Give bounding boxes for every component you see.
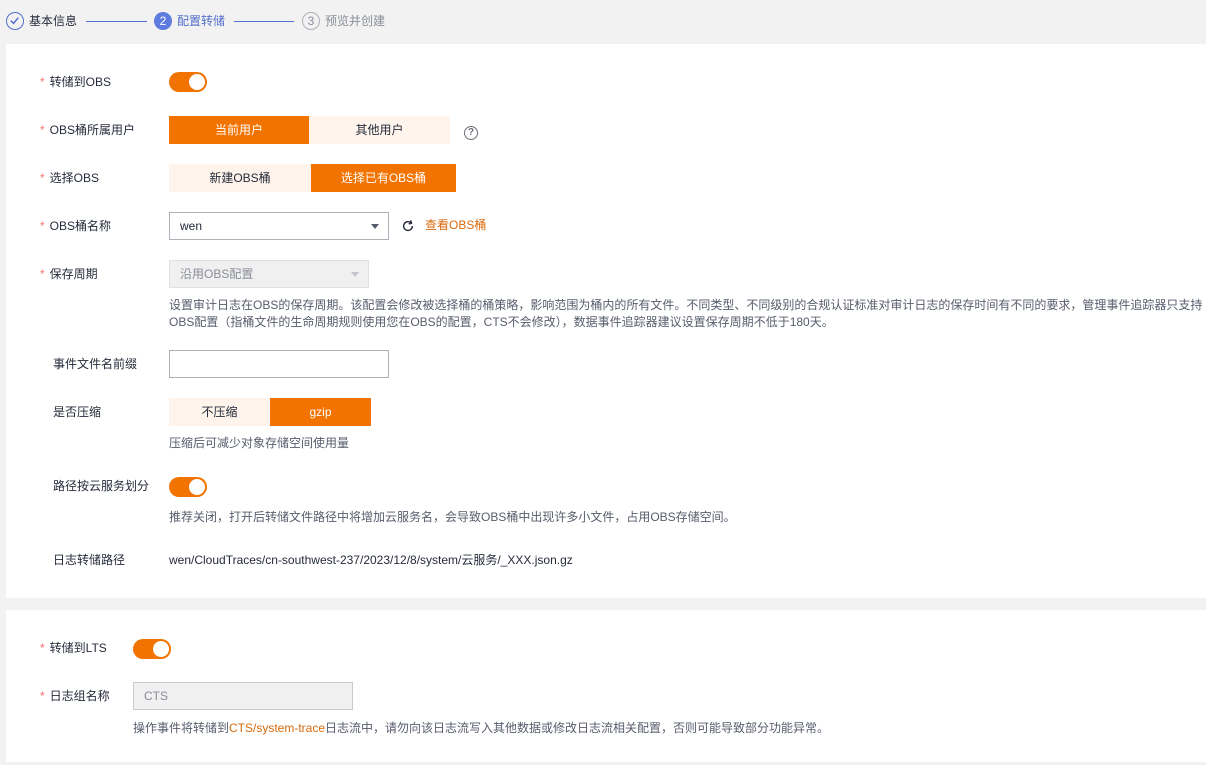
- obs-retention-select[interactable]: 沿用OBS配置: [169, 260, 369, 288]
- caret-down-icon: [351, 272, 359, 277]
- lts-group-name-input[interactable]: CTS: [133, 682, 353, 710]
- question-circle-icon[interactable]: ?: [464, 126, 478, 140]
- obs-bucket-name-label: * OBS桶名称: [40, 219, 112, 233]
- existing-obs-bucket-button[interactable]: 选择已有OBS桶: [311, 164, 456, 192]
- step-2-label: 配置转储: [177, 14, 226, 28]
- wizard-steps: 基本信息 2 配置转储 3 预览并创建: [0, 0, 1206, 42]
- obs-retention-value: 沿用OBS配置: [180, 267, 254, 281]
- obs-retention-hint: 设置审计日志在OBS的保存周期。该配置会修改被选择桶的桶策略，影响范围为桶内的所…: [169, 297, 1202, 331]
- retention-hint-line-1: 设置审计日志在OBS的保存周期。该配置会修改被选择桶的桶策略，影响范围为桶内的所…: [169, 298, 1203, 312]
- retention-hint-line-2: OBS配置（指桶文件的生命周期规则使用您在OBS的配置，CTS不会修改），数据事…: [169, 315, 834, 329]
- lts-hint-prefix: 操作事件将转储到: [133, 721, 230, 735]
- switch-knob: [189, 74, 205, 90]
- obs-log-path-value: wen/CloudTraces/cn-southwest-237/2023/12…: [169, 553, 573, 567]
- obs-transfer-label: * 转储到OBS: [40, 75, 112, 89]
- obs-prefix-input[interactable]: [169, 350, 389, 378]
- switch-knob: [189, 479, 205, 495]
- step-3-number: 3: [302, 12, 320, 30]
- lts-group-name-label: * 日志组名称: [40, 689, 110, 703]
- obs-transfer-card: * 转储到OBS * OBS桶所属用户 当前用户 其他用户 ? * 选择OBS 新建O…: [6, 44, 1206, 598]
- view-obs-bucket-link[interactable]: 查看OBS桶: [425, 218, 486, 232]
- lts-transfer-card: * 转储到LTS * 日志组名称 CTS 操作事件将转储到CTS/system-tr…: [6, 610, 1206, 762]
- obs-path-split-label: 路径按云服务划分: [53, 479, 150, 493]
- step-2-number: 2: [154, 12, 172, 30]
- required-mark: *: [40, 689, 45, 703]
- owner-other-user-button[interactable]: 其他用户: [309, 116, 450, 144]
- caret-down-icon: [371, 224, 379, 229]
- obs-retention-label: * 保存周期: [40, 267, 98, 281]
- lts-hint: 操作事件将转储到CTS/system-trace日志流中，请勿向该日志流写入其他…: [133, 720, 829, 737]
- required-mark: *: [40, 171, 45, 185]
- obs-compress-segment: 不压缩 gzip: [169, 398, 371, 426]
- step-connector-1: [86, 21, 147, 22]
- obs-path-split-switch[interactable]: [169, 477, 207, 497]
- lts-hint-suffix: 日志流中，请勿向该日志流写入其他数据或修改日志流相关配置，否则可能导致部分功能异…: [325, 721, 830, 735]
- obs-owner-label: * OBS桶所属用户: [40, 123, 136, 137]
- obs-log-path-label: 日志转储路径: [53, 553, 126, 567]
- step-connector-2: [234, 21, 294, 22]
- new-obs-bucket-button[interactable]: 新建OBS桶: [169, 164, 311, 192]
- obs-bucket-value: wen: [180, 219, 203, 233]
- obs-transfer-switch[interactable]: [169, 72, 207, 92]
- obs-path-split-hint: 推荐关闭，打开后转储文件路径中将增加云服务名，会导致OBS桶中出现许多小文件，占…: [169, 510, 736, 524]
- step-3-label: 预览并创建: [325, 14, 386, 28]
- compress-none-button[interactable]: 不压缩: [169, 398, 270, 426]
- step-done-check-icon: [6, 12, 24, 30]
- lts-transfer-label: * 转储到LTS: [40, 641, 107, 655]
- required-mark: *: [40, 123, 45, 137]
- required-mark: *: [40, 267, 45, 281]
- switch-knob: [153, 641, 169, 657]
- required-mark: *: [40, 641, 45, 655]
- compress-gzip-button[interactable]: gzip: [270, 398, 371, 426]
- lts-hint-highlight: CTS/system-trace: [229, 721, 326, 735]
- required-mark: *: [40, 219, 45, 233]
- owner-current-user-button[interactable]: 当前用户: [169, 116, 309, 144]
- obs-prefix-label: 事件文件名前缀: [53, 357, 138, 371]
- lts-transfer-switch[interactable]: [133, 639, 171, 659]
- obs-compress-label: 是否压缩: [53, 405, 102, 419]
- obs-owner-segment: 当前用户 其他用户: [169, 116, 450, 144]
- obs-select-segment: 新建OBS桶 选择已有OBS桶: [169, 164, 456, 192]
- obs-bucket-select[interactable]: wen: [169, 212, 389, 240]
- required-mark: *: [40, 75, 45, 89]
- obs-compress-hint: 压缩后可减少对象存储空间使用量: [169, 436, 350, 450]
- step-1-label: 基本信息: [29, 14, 78, 28]
- refresh-icon[interactable]: [401, 219, 415, 233]
- obs-select-label: * 选择OBS: [40, 171, 100, 185]
